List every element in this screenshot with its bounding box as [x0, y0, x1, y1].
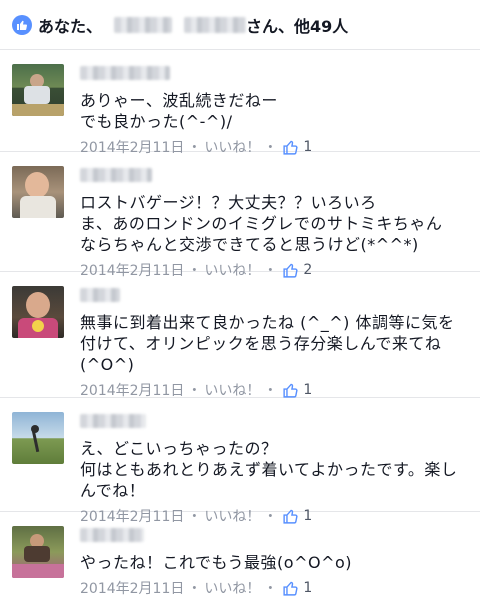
comment-item: やったね！これでもう最強(o^O^o) 2014年2月11日 ・ いいね！ ・ …: [0, 512, 480, 602]
thumbs-up-icon: [12, 14, 32, 35]
comment-text: ありゃー、波乱続きだねー でも良かった(^-^)/: [80, 91, 278, 131]
separator: ・: [263, 581, 278, 597]
redacted-name: [114, 16, 173, 33]
separator: ・: [187, 509, 202, 525]
comment-date: 2014年2月11日: [80, 140, 185, 156]
like-count[interactable]: 1: [303, 580, 312, 596]
comment-meta: 2014年2月11日 ・ いいね！ ・ 1: [80, 577, 468, 599]
comment-item: ありゃー、波乱続きだねー でも良かった(^-^)/ 2014年2月11日 ・ い…: [0, 50, 480, 156]
comment-date: 2014年2月11日: [80, 383, 185, 399]
like-link[interactable]: いいね！: [204, 578, 260, 598]
comment-text: え、どこいっちゃったの？ 何はともあれとりあえず着いてよかったです。楽しんでね！: [80, 439, 458, 500]
separator: ・: [187, 140, 202, 156]
comment-meta: 2014年2月11日 ・ いいね！ ・ 2: [80, 259, 468, 281]
like-link[interactable]: いいね！: [204, 380, 260, 400]
separator: ・: [187, 581, 202, 597]
separator: ・: [263, 140, 278, 156]
comment-text: やったね！これでもう最強(o^O^o): [80, 553, 353, 572]
comment-meta: 2014年2月11日 ・ いいね！ ・ 1: [80, 505, 468, 527]
thumbs-up-outline-icon: [282, 580, 299, 597]
comment-item: 無事に到着出来て良かったね (^_^) 体調等に気を付けて、オリンピックを思う存…: [0, 272, 480, 401]
redacted-name: [184, 16, 247, 33]
comment-meta: 2014年2月11日 ・ いいね！ ・ 1: [80, 136, 468, 158]
comment-date: 2014年2月11日: [80, 263, 185, 279]
avatar[interactable]: [12, 64, 64, 116]
redacted-commenter-name[interactable]: [80, 528, 144, 542]
comment-item: ロストバゲージ！？大丈夫？？いろいろ ま、あのロンドンのイミグレでのサトミキちゃ…: [0, 152, 480, 279]
redacted-commenter-name[interactable]: [80, 414, 146, 428]
comment-text: ロストバゲージ！？大丈夫？？いろいろ ま、あのロンドンのイミグレでのサトミキちゃ…: [80, 193, 443, 254]
redacted-commenter-name[interactable]: [80, 168, 152, 182]
like-count[interactable]: 1: [303, 508, 312, 524]
redacted-commenter-name[interactable]: [80, 288, 120, 302]
likes-suffix: さん、他49人: [246, 16, 349, 36]
like-link[interactable]: いいね！: [204, 260, 260, 280]
avatar[interactable]: [12, 166, 64, 218]
separator: ・: [263, 509, 278, 525]
like-count[interactable]: 2: [303, 262, 312, 278]
separator: ・: [187, 383, 202, 399]
thumbs-up-outline-icon: [282, 262, 299, 279]
comment-date: 2014年2月11日: [80, 581, 185, 597]
like-count[interactable]: 1: [303, 139, 312, 155]
like-count[interactable]: 1: [303, 382, 312, 398]
like-link[interactable]: いいね！: [204, 137, 260, 157]
likes-prefix: あなた、: [38, 16, 103, 36]
thumbs-up-outline-icon: [282, 382, 299, 399]
avatar[interactable]: [12, 412, 64, 464]
separator: ・: [263, 383, 278, 399]
comment-text: 無事に到着出来て良かったね (^_^) 体調等に気を付けて、オリンピックを思う存…: [80, 313, 455, 374]
avatar[interactable]: [12, 526, 64, 578]
comment-meta: 2014年2月11日 ・ いいね！ ・ 1: [80, 379, 468, 401]
likes-summary-bar[interactable]: あなた、 さん、他49人: [0, 0, 480, 50]
thumbs-up-outline-icon: [282, 139, 299, 156]
separator: ・: [187, 263, 202, 279]
comment-date: 2014年2月11日: [80, 509, 185, 525]
redacted-commenter-name[interactable]: [80, 66, 170, 80]
avatar[interactable]: [12, 286, 64, 338]
thumbs-up-outline-icon: [282, 508, 299, 525]
like-link[interactable]: いいね！: [204, 506, 260, 526]
comment-item: え、どこいっちゃったの？ 何はともあれとりあえず着いてよかったです。楽しんでね！…: [0, 398, 480, 525]
likes-summary-text: あなた、 さん、他49人: [38, 13, 348, 37]
separator: ・: [263, 263, 278, 279]
